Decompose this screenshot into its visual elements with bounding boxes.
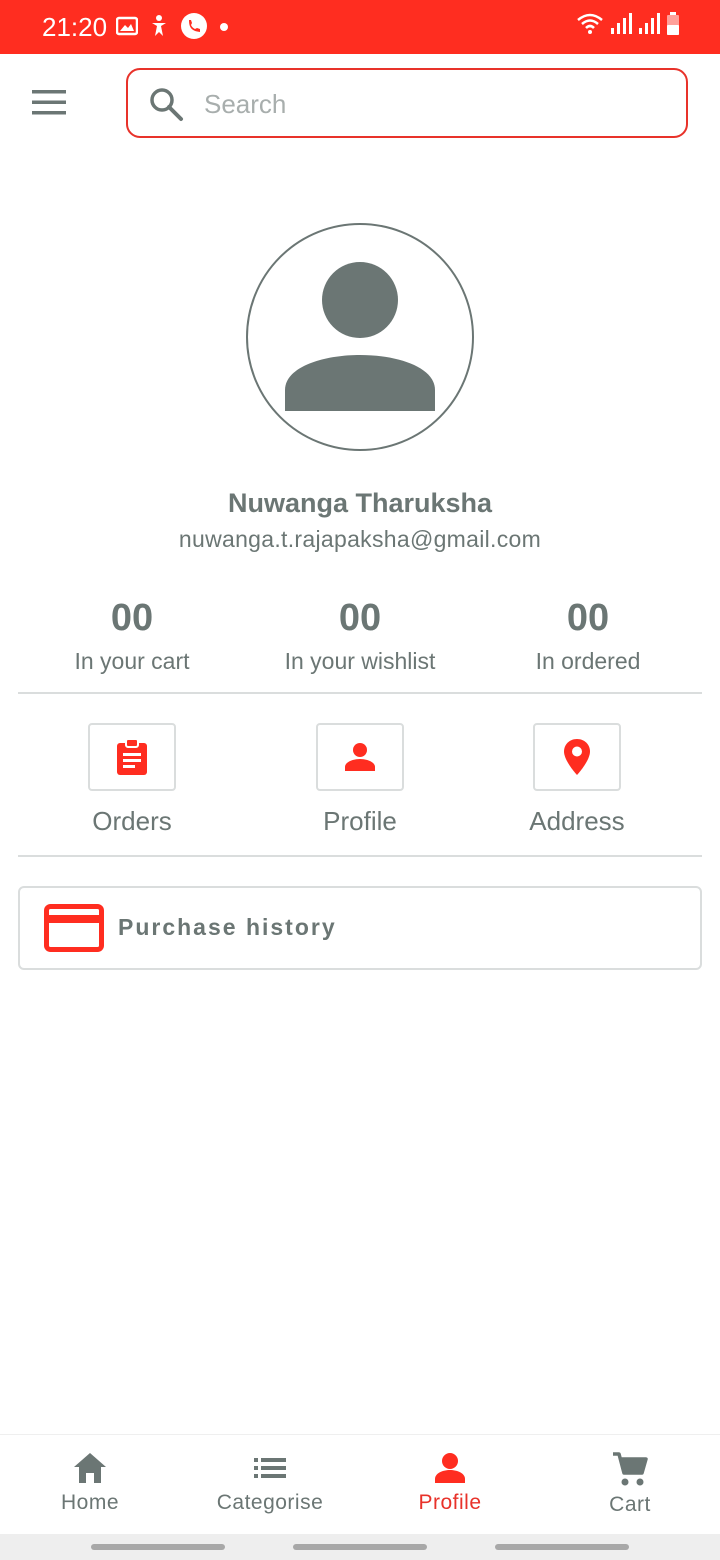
stat-label: In your cart [74, 648, 190, 674]
location-pin-icon [564, 739, 590, 775]
nav-label: Cart [609, 1493, 651, 1516]
status-bar: 21:20 [0, 0, 720, 54]
status-system-icons [576, 12, 680, 41]
orders-button[interactable]: Orders [42, 723, 222, 837]
purchase-history-label: Purchase history [118, 914, 337, 940]
stat-wishlist[interactable]: 00 In your wishlist [250, 596, 470, 676]
list-icon [254, 1458, 286, 1478]
purchase-history-button[interactable]: Purchase history [18, 886, 702, 970]
search-bar[interactable] [126, 68, 688, 138]
recent-apps-pill[interactable] [91, 1544, 225, 1550]
search-icon [150, 88, 183, 121]
profile-icon-box [316, 723, 404, 791]
stat-value: 00 [110, 597, 154, 639]
nav-label: Home [60, 1491, 120, 1514]
home-icon [74, 1453, 106, 1483]
accessibility-icon [148, 14, 170, 43]
system-gesture-bar [0, 1534, 720, 1560]
nav-label: Categorise [216, 1491, 324, 1514]
image-icon [115, 15, 139, 42]
profile-name: Nuwanga Tharuksha [227, 488, 493, 518]
person-icon [345, 743, 375, 771]
stat-value: 00 [338, 597, 382, 639]
status-time: 21:20 [42, 12, 108, 42]
stat-ordered[interactable]: 00 In ordered [478, 596, 698, 676]
nav-item-home[interactable]: Home [0, 1451, 180, 1515]
profile-label: Profile [323, 806, 397, 836]
signal-icon [638, 12, 660, 41]
nav-item-cart[interactable]: Cart [540, 1451, 720, 1517]
credit-card-icon [44, 904, 104, 952]
bottom-navigation: Home Categorise Profile Cart [0, 1434, 720, 1534]
phone-call-icon [180, 12, 208, 45]
person-avatar-icon [285, 262, 435, 411]
signal-icon [610, 12, 632, 41]
notification-dot-icon [218, 20, 230, 38]
back-pill[interactable] [495, 1544, 629, 1550]
search-input[interactable] [204, 82, 664, 126]
profile-button[interactable]: Profile [270, 723, 450, 837]
battery-low-icon [666, 12, 680, 41]
nav-item-categorise[interactable]: Categorise [180, 1451, 360, 1515]
profile-email: nuwanga.t.rajapaksha@gmail.com [178, 526, 542, 552]
address-label: Address [529, 806, 625, 836]
nav-item-profile[interactable]: Profile [360, 1451, 540, 1515]
wifi-calling-icon [576, 12, 604, 41]
person-icon [435, 1453, 465, 1483]
address-button[interactable]: Address [487, 723, 667, 837]
clipboard-icon [117, 738, 147, 775]
address-icon-box [533, 723, 621, 791]
cart-icon [613, 1452, 648, 1486]
orders-label: Orders [92, 806, 172, 836]
status-notification-icons [115, 12, 230, 45]
divider [18, 855, 702, 857]
orders-icon-box [88, 723, 176, 791]
menu-button[interactable] [28, 86, 70, 120]
stat-label: In your wishlist [284, 648, 436, 674]
divider [18, 692, 702, 694]
hamburger-menu-icon [32, 90, 66, 115]
stat-value: 00 [566, 597, 610, 639]
home-pill[interactable] [293, 1544, 427, 1550]
stat-label: In ordered [535, 648, 641, 674]
stat-cart[interactable]: 00 In your cart [22, 596, 242, 676]
nav-label: Profile [418, 1491, 482, 1514]
avatar[interactable] [246, 223, 474, 451]
